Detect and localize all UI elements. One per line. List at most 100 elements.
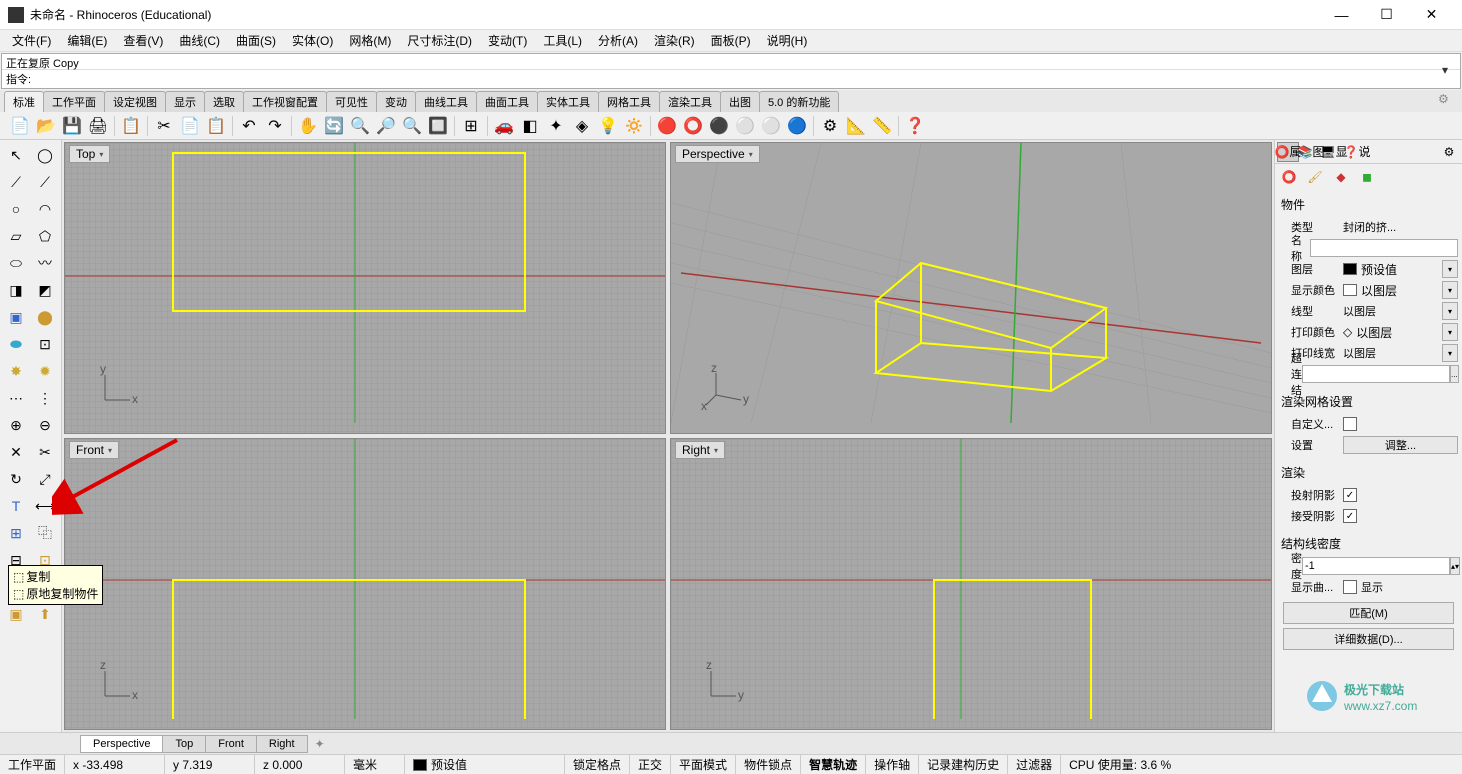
panel-tab-help[interactable]: ❓说 [1346, 142, 1368, 162]
menu-mesh[interactable]: 网格(M) [341, 30, 399, 51]
wireframe-icon[interactable]: ⚪ [759, 114, 783, 138]
paste-icon[interactable]: 📋 [204, 114, 228, 138]
tab-rendertools[interactable]: 渲染工具 [659, 91, 721, 112]
copy-icon[interactable]: 📄 [178, 114, 202, 138]
prop-castshadows-checkbox[interactable]: ✓ [1343, 488, 1357, 502]
prop-density-input[interactable] [1302, 557, 1450, 575]
status-smarttrack[interactable]: 智慧轨迹 [801, 755, 866, 774]
hide-icon[interactable]: 🔅 [622, 114, 646, 138]
command-line[interactable]: 指令: [2, 70, 1460, 88]
bottom-tab-front[interactable]: Front [205, 735, 257, 753]
join-icon[interactable]: ✹ [31, 358, 59, 384]
cut-icon[interactable]: ✂ [152, 114, 176, 138]
prop-receiveshadows-checkbox[interactable]: ✓ [1343, 509, 1357, 523]
menu-surface[interactable]: 曲面(S) [228, 30, 284, 51]
docprops-icon[interactable]: 📐 [844, 114, 868, 138]
tab-drafting[interactable]: 出图 [720, 91, 760, 112]
polyline-icon[interactable]: ⟋ [2, 169, 30, 195]
close-button[interactable]: ✕ [1409, 1, 1454, 29]
status-planar[interactable]: 平面模式 [671, 755, 736, 774]
render-icon[interactable]: 🔴 [655, 114, 679, 138]
bottom-tab-right[interactable]: Right [256, 735, 308, 753]
menu-panels[interactable]: 面板(P) [703, 30, 759, 51]
split-icon[interactable]: ✂ [31, 439, 59, 465]
viewport-right[interactable]: Right ▾ y z [670, 438, 1272, 730]
ellipse-icon[interactable]: ⬭ [2, 250, 30, 276]
status-gridsnap[interactable]: 锁定格点 [565, 755, 630, 774]
status-layer[interactable]: 预设值 [405, 755, 565, 774]
arc-icon[interactable]: ◠ [31, 196, 59, 222]
pointson-icon[interactable]: ⋯ [2, 385, 30, 411]
panel-diamond-icon[interactable]: ◆ [1329, 166, 1353, 188]
zoom-window-icon[interactable]: 🔲 [426, 114, 450, 138]
panel-tab-layers[interactable]: 📚图 [1300, 142, 1322, 162]
viewport-front-label[interactable]: Front ▾ [69, 441, 119, 459]
zoom-icon[interactable]: 🔍 [348, 114, 372, 138]
maximize-button[interactable]: ☐ [1364, 1, 1409, 29]
menu-dimension[interactable]: 尺寸标注(D) [399, 30, 480, 51]
xray-icon[interactable]: 🔵 [785, 114, 809, 138]
explode-icon[interactable]: ✸ [2, 358, 30, 384]
four-views-icon[interactable]: ⊞ [459, 114, 483, 138]
viewport-right-dropdown-icon[interactable]: ▾ [714, 446, 718, 455]
circle-icon[interactable]: ○ [2, 196, 30, 222]
minimize-button[interactable]: — [1319, 1, 1364, 29]
options-icon[interactable]: ⚙ [818, 114, 842, 138]
help-icon[interactable]: ❓ [903, 114, 927, 138]
text-icon[interactable]: T [2, 493, 30, 519]
menu-render[interactable]: 渲染(R) [646, 30, 703, 51]
import-icon[interactable]: 📋 [119, 114, 143, 138]
cplane-icon[interactable]: ◧ [518, 114, 542, 138]
menu-help[interactable]: 说明(H) [759, 30, 816, 51]
match-button[interactable]: 匹配(M) [1283, 602, 1454, 624]
menu-transform[interactable]: 变动(T) [480, 30, 535, 51]
ghosted-icon[interactable]: ⚪ [733, 114, 757, 138]
loft-icon[interactable]: ◩ [31, 277, 59, 303]
status-osnap[interactable]: 物件锁点 [736, 755, 801, 774]
prop-printcolor-dropdown[interactable]: ▾ [1442, 323, 1458, 341]
viewport-top[interactable]: Top ▾ x y [64, 142, 666, 434]
zoom-extents-icon[interactable]: 🔎 [374, 114, 398, 138]
details-button[interactable]: 详细数据(D)... [1283, 628, 1454, 650]
tab-visibility[interactable]: 可见性 [326, 91, 377, 112]
pointsoff-icon[interactable]: ⋮ [31, 385, 59, 411]
save-icon[interactable]: 💾 [60, 114, 84, 138]
prop-density-spinner[interactable]: ▴▾ [1450, 557, 1460, 575]
prop-hyperlink-button[interactable]: ... [1450, 365, 1459, 383]
viewport-right-label[interactable]: Right ▾ [675, 441, 725, 459]
undo-icon[interactable]: ↶ [237, 114, 261, 138]
status-units[interactable]: 毫米 [345, 755, 405, 774]
tab-meshtools[interactable]: 网格工具 [598, 91, 660, 112]
menu-solid[interactable]: 实体(O) [284, 30, 341, 51]
pan-icon[interactable]: ✋ [296, 114, 320, 138]
viewport-perspective[interactable]: Perspective ▾ [670, 142, 1272, 434]
tab-solidtools[interactable]: 实体工具 [537, 91, 599, 112]
tab-surfacetools[interactable]: 曲面工具 [476, 91, 538, 112]
array-icon[interactable]: ⊞ [2, 520, 30, 546]
prop-displaycolor-dropdown[interactable]: ▾ [1442, 281, 1458, 299]
tab-viewport[interactable]: 工作视窗配置 [243, 91, 327, 112]
status-history[interactable]: 记录建构历史 [919, 755, 1008, 774]
status-gumball[interactable]: 操作轴 [866, 755, 919, 774]
prop-name-input[interactable] [1310, 239, 1458, 257]
open-icon[interactable]: 📂 [34, 114, 58, 138]
arrow-icon[interactable]: ↖ [2, 142, 30, 168]
rotate-icon[interactable]: 🔄 [322, 114, 346, 138]
zoom-selected-icon[interactable]: 🔍 [400, 114, 424, 138]
panel-circle-icon[interactable]: ⭕ [1277, 166, 1301, 188]
bottom-tab-top[interactable]: Top [162, 735, 206, 753]
dimension-icon[interactable]: ⟷ [31, 493, 59, 519]
objprops-icon[interactable]: 📏 [870, 114, 894, 138]
curve-icon[interactable]: 〰 [31, 250, 59, 276]
viewport-front[interactable]: Front ▾ x z [64, 438, 666, 730]
print-icon[interactable]: 🖨 [86, 114, 110, 138]
status-filter[interactable]: 过滤器 [1008, 755, 1061, 774]
tab-select[interactable]: 选取 [204, 91, 244, 112]
polygon-icon[interactable]: ⬠ [31, 223, 59, 249]
layer-icon[interactable]: ◈ [570, 114, 594, 138]
panel-tab-display[interactable]: 🖥显 [1323, 142, 1345, 162]
tab-newfeatures[interactable]: 5.0 的新功能 [759, 91, 839, 112]
tab-transform[interactable]: 变动 [376, 91, 416, 112]
tab-cplane[interactable]: 工作平面 [43, 91, 105, 112]
mesh-icon[interactable]: ⊡ [31, 331, 59, 357]
